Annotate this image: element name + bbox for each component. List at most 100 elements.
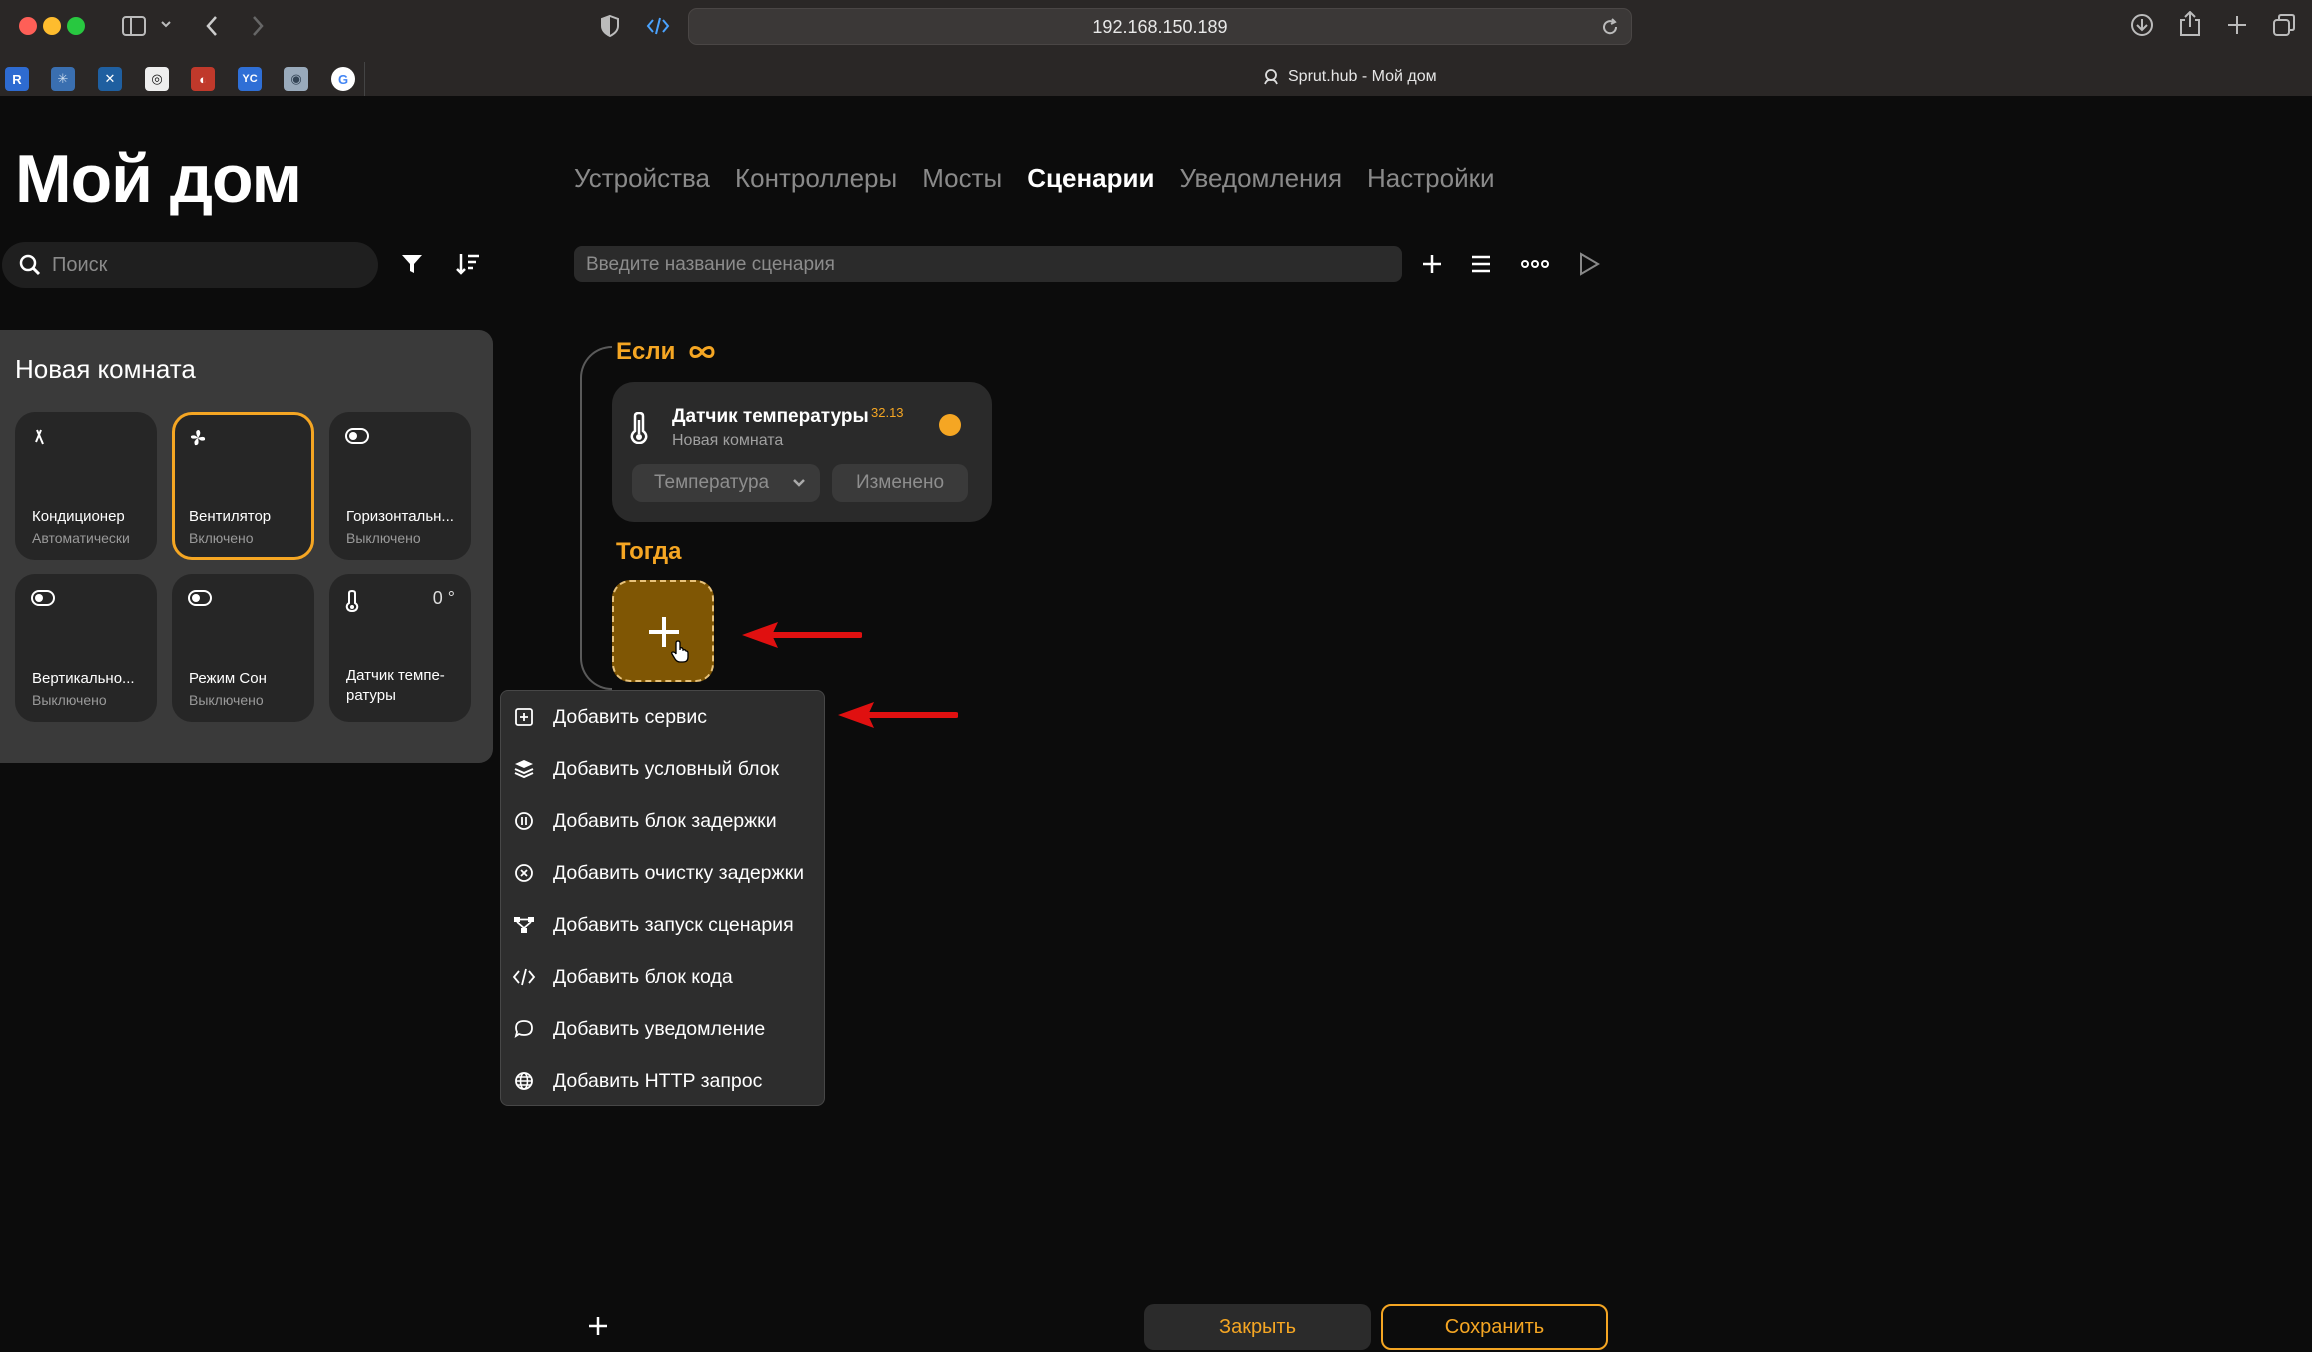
scenario-bracket [580,346,612,690]
condition-device-name: Датчик температуры [672,406,869,427]
menu-item-add-delay-block[interactable]: Добавить блок задержки [511,803,821,839]
device-tile-sleep-mode[interactable]: Режим Сон Выключено [172,574,314,722]
shield-icon[interactable] [600,14,620,38]
tab-controllers[interactable]: Контроллеры [735,163,897,194]
toggle-icon [31,590,55,606]
if-label: Если [616,338,676,365]
condition-card[interactable]: Датчик температуры 32.13 Новая комната Т… [612,382,992,522]
thermometer-icon [345,590,359,612]
room-panel: Новая комната Кондиционер Автоматически … [0,330,493,763]
bookmark-5[interactable]: ◐ [191,67,215,91]
search-input[interactable]: Поиск [2,242,378,288]
more-icon[interactable] [1521,258,1549,270]
bookmark-google[interactable]: G [331,67,355,91]
fan-icon [188,428,208,448]
tab-bridges[interactable]: Мосты [922,163,1002,194]
main-nav: Устройства Контроллеры Мосты Сценарии Ув… [574,163,1495,194]
bookmark-3[interactable]: ✕ [98,67,122,91]
zoom-window-button[interactable] [67,17,85,35]
flow-icon [511,912,537,938]
address-bar[interactable]: 192.168.150.189 [688,8,1632,45]
browser-chrome: 192.168.150.189 R ✳ ✕ ◎ ◐ YC ◉ G Sprut.h… [0,0,2312,96]
tile-state: Выключено [346,530,421,546]
tab-title: Sprut.hub - Мой дом [1288,68,1437,85]
tile-name: Горизонтальн... [346,508,454,525]
x-circle-icon [511,860,537,886]
menu-item-add-condition-block[interactable]: Добавить условный блок [511,751,821,787]
infinity-icon[interactable] [687,343,717,361]
search-icon [19,254,41,276]
active-tab[interactable]: Sprut.hub - Мой дом [1262,68,1437,86]
filter-icon[interactable] [400,253,424,275]
sprut-logo-icon [1262,68,1280,86]
reload-icon[interactable] [1601,18,1619,36]
trigger-select[interactable]: Изменено [832,464,968,502]
globe-icon [511,1068,537,1094]
scenario-name-placeholder: Введите название сценария [586,254,835,275]
tile-state: Включено [189,530,254,546]
menu-item-add-delay-clear[interactable]: Добавить очистку задержки [511,855,821,891]
air-conditioner-icon [31,428,49,446]
pause-circle-icon [511,808,537,834]
tile-name: Режим Сон [189,670,267,687]
add-action-menu: Добавить сервис Добавить условный блок Д… [500,690,825,1106]
device-tile-vertical[interactable]: Вертикально... Выключено [15,574,157,722]
tab-scenarios[interactable]: Сценарии [1027,163,1154,194]
bookmark-7[interactable]: ◉ [284,67,308,91]
minimize-window-button[interactable] [43,17,61,35]
sort-icon[interactable] [455,252,481,276]
tile-value: 0 ° [432,588,455,608]
download-icon[interactable] [2130,13,2154,37]
chevron-down-icon[interactable] [160,19,172,29]
sidebar-toggle-icon[interactable] [122,15,146,37]
add-action-button[interactable] [612,580,714,682]
menu-item-add-code-block[interactable]: Добавить блок кода [511,959,821,995]
tile-state: Автоматически [32,530,130,546]
forward-icon[interactable] [250,14,266,38]
page-title: Мой дом [15,141,302,217]
play-icon[interactable] [1578,252,1600,276]
tab-devices[interactable]: Устройства [574,163,710,194]
add-room-icon[interactable] [586,1314,610,1338]
characteristic-select[interactable]: Температура [632,464,820,502]
code-icon[interactable] [646,15,670,37]
save-button[interactable]: Сохранить [1381,1304,1608,1350]
hand-cursor-icon [670,640,690,664]
share-icon[interactable] [2179,11,2201,37]
add-icon[interactable] [1421,253,1443,275]
bookmark-yc[interactable]: YC [238,67,262,91]
scenario-name-input[interactable]: Введите название сценария [574,246,1402,282]
bookmark-2[interactable]: ✳ [51,67,75,91]
then-label: Тогда [616,538,682,565]
menu-item-add-http-request[interactable]: Добавить HTTP запрос [511,1063,821,1099]
status-dot [939,414,961,436]
tab-separator [364,62,365,96]
menu-item-add-service[interactable]: Добавить сервис [511,699,821,735]
device-tile-fan[interactable]: Вентилятор Включено [172,412,314,560]
bookmark-github[interactable]: ◎ [145,67,169,91]
toggle-icon [345,428,369,444]
characteristic-value: Температура [654,472,770,493]
layers-icon [511,756,537,782]
tab-notifications[interactable]: Уведомления [1179,163,1342,194]
toggle-icon [188,590,212,606]
arrow-annotation-2 [836,700,958,730]
tab-overview-icon[interactable] [2272,13,2296,37]
menu-item-add-notification[interactable]: Добавить уведомление [511,1011,821,1047]
tile-name: Датчик темпе-ратуры [346,667,445,704]
tab-settings[interactable]: Настройки [1367,163,1495,194]
back-icon[interactable] [204,14,220,38]
list-icon[interactable] [1470,254,1492,274]
tile-state: Выключено [32,692,107,708]
bookmark-1[interactable]: R [5,67,29,91]
tile-name: Кондиционер [32,508,125,525]
close-window-button[interactable] [19,17,37,35]
close-button[interactable]: Закрыть [1144,1304,1371,1350]
device-tile-air-conditioner[interactable]: Кондиционер Автоматически [15,412,157,560]
menu-item-add-scenario-run[interactable]: Добавить запуск сценария [511,907,821,943]
trigger-value: Изменено [855,472,945,493]
device-tile-temperature-sensor[interactable]: 0 ° Датчик темпе-ратуры [329,574,471,722]
new-tab-icon[interactable] [2226,14,2248,36]
device-tile-horizontal[interactable]: Горизонтальн... Выключено [329,412,471,560]
search-placeholder: Поиск [52,254,108,276]
